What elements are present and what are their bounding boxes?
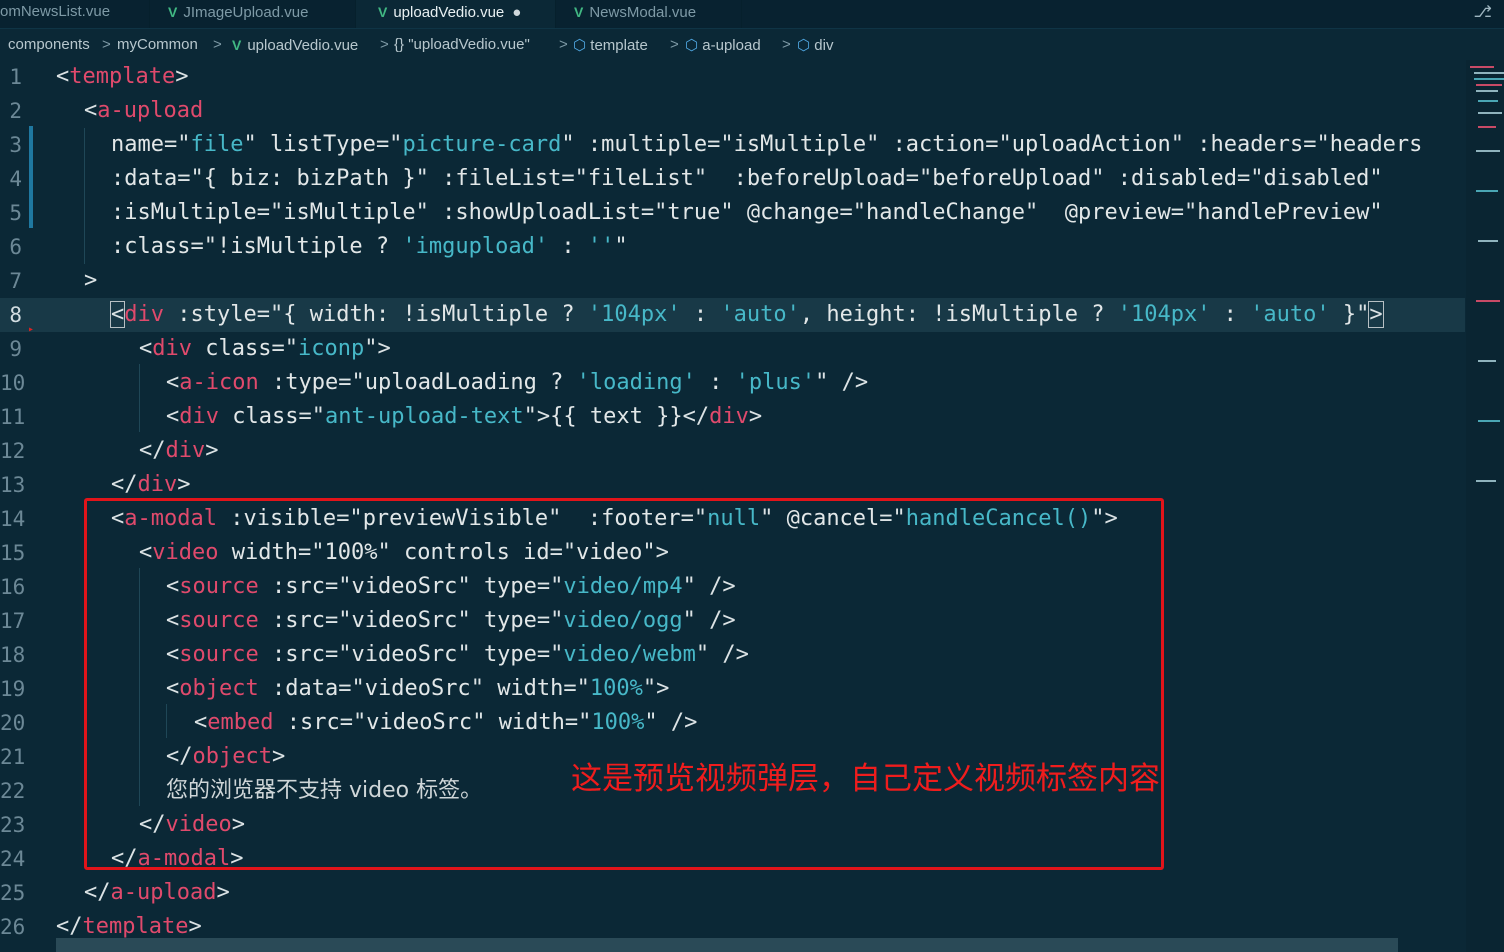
minimap-line	[1476, 480, 1496, 482]
code-line: 25 </a-upload>	[0, 880, 230, 905]
tab-uploadvedio[interactable]: VuploadVedio.vue ●	[356, 0, 556, 28]
code-line: 11 <div class="ant-upload-text">{{ text }…	[0, 404, 763, 429]
breadcrumb-separator: >	[380, 36, 389, 53]
code-line: 4:data="{ biz: bizPath }" :fileList="fil…	[9, 166, 1383, 191]
minimap-line	[1470, 66, 1494, 68]
minimap-line	[1474, 78, 1504, 80]
annotation-highlight-box	[84, 498, 1164, 870]
git-compare-icon[interactable]: ⎇	[1474, 2, 1492, 21]
breadcrumb-item-a-upload[interactable]: ⬡ a-upload	[685, 30, 761, 61]
unsaved-dot-icon[interactable]: ●	[512, 4, 521, 21]
code-line: 3 name="file" listType="picture-card" :mu…	[9, 132, 1423, 157]
code-line: 2 <a-upload	[9, 98, 204, 123]
editor-tab-bar: omNewsList.vue V JImageUpload.vue Vupload…	[0, 0, 1504, 29]
vue-file-icon: V	[232, 37, 242, 53]
minimap-line	[1474, 72, 1504, 74]
breadcrumb-separator: >	[559, 36, 568, 53]
code-line: 12 </div>	[0, 438, 219, 463]
code-line-current: 8 <div :style="{ width: !isMultiple ? '10…	[0, 298, 1465, 332]
symbol-cube-icon: ⬡	[573, 36, 587, 54]
annotation-text: 这是预览视频弹层，自己定义视频标签内容	[571, 761, 1160, 797]
vue-file-icon: V	[168, 4, 178, 20]
code-line: 1 <template>	[9, 64, 189, 89]
breadcrumb-separator: >	[102, 36, 111, 53]
code-line: 9 <div class="iconp">	[9, 336, 391, 361]
breakpoint-marker-icon: ▸	[28, 324, 35, 335]
minimap-line	[1476, 150, 1500, 152]
breadcrumb-separator: >	[782, 36, 791, 53]
breadcrumb-separator: >	[213, 36, 222, 53]
breadcrumb: components > myCommon > VuploadVedio.vue…	[0, 30, 1504, 60]
tab-label: omNewsList.vue	[0, 3, 111, 20]
breadcrumb-item-file[interactable]: VuploadVedio.vue	[232, 30, 358, 61]
code-line: 10 <a-icon :type="uploadLoading ? 'loadin…	[0, 370, 869, 395]
breadcrumb-item-div[interactable]: ⬡ div	[797, 30, 833, 61]
minimap-line	[1478, 126, 1496, 128]
tab-label: NewsModal.vue	[589, 4, 697, 21]
minimap-line	[1478, 360, 1496, 362]
code-line: 6:class="!isMultiple ? 'imgupload' : ''"	[9, 234, 628, 259]
code-line: 7 >	[9, 268, 98, 293]
minimap[interactable]	[1466, 60, 1504, 952]
tab-label: JImageUpload.vue	[183, 4, 309, 21]
horizontal-scrollbar[interactable]	[56, 938, 1398, 952]
minimap-line	[1478, 240, 1498, 242]
minimap-line	[1478, 100, 1498, 102]
minimap-line	[1476, 300, 1500, 302]
minimap-line	[1476, 190, 1498, 192]
code-line: 13 </div>	[0, 472, 191, 497]
vue-file-icon: V	[378, 4, 388, 20]
tab-newsmodal[interactable]: V NewsModal.vue	[556, 0, 742, 28]
breadcrumb-item-mycommon[interactable]: myCommon	[117, 30, 198, 60]
code-line: 5:isMultiple="isMultiple" :showUploadLis…	[9, 200, 1383, 225]
tab-jimageupload[interactable]: V JImageUpload.vue	[150, 0, 356, 28]
minimap-line	[1476, 90, 1498, 92]
minimap-line	[1478, 420, 1500, 422]
braces-icon: {}	[394, 36, 405, 53]
vue-file-icon: V	[574, 4, 584, 20]
minimap-line	[1478, 112, 1502, 114]
tab-omnewslist[interactable]: omNewsList.vue	[0, 0, 150, 28]
breadcrumb-separator: >	[670, 36, 679, 53]
minimap-line	[1476, 84, 1502, 86]
breadcrumb-item-components[interactable]: components	[8, 30, 90, 60]
symbol-cube-icon: ⬡	[797, 36, 811, 54]
breadcrumb-item-script[interactable]: {} "uploadVedio.vue"	[394, 30, 530, 60]
symbol-cube-icon: ⬡	[685, 36, 699, 54]
tab-label: uploadVedio.vue	[393, 4, 505, 21]
breadcrumb-item-template[interactable]: ⬡ template	[573, 30, 648, 61]
